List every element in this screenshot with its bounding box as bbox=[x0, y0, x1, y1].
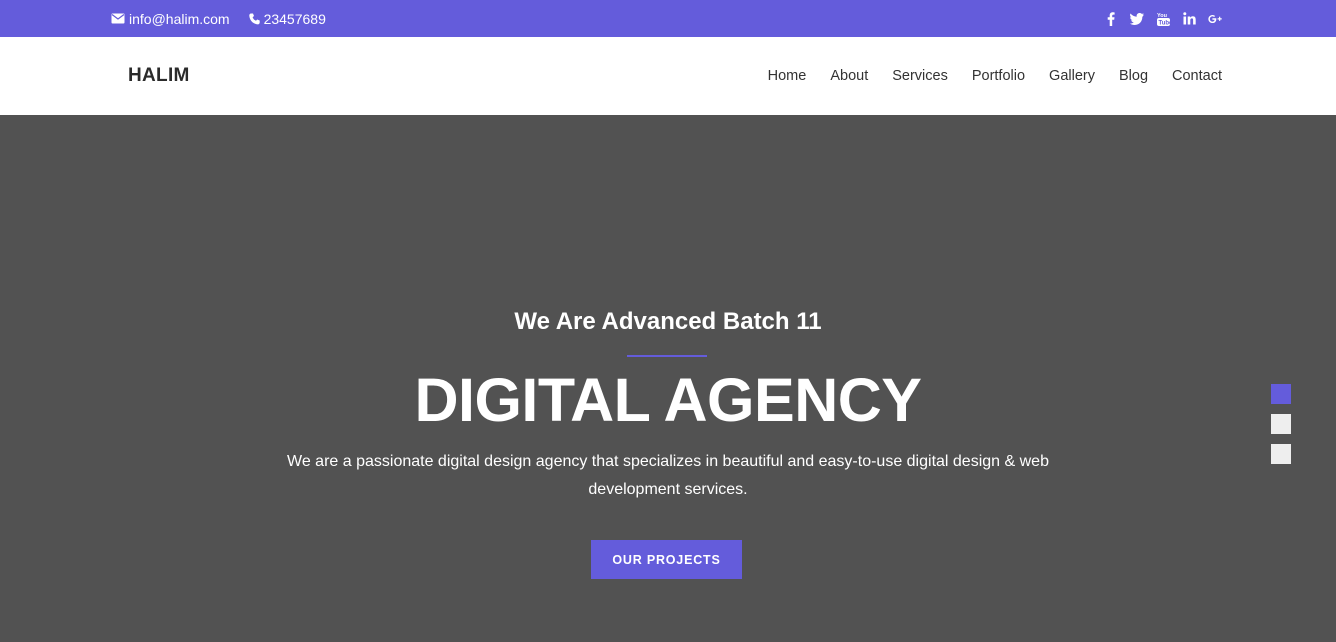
social-links: YouTube bbox=[1104, 0, 1222, 37]
slide-indicator-2[interactable] bbox=[1271, 414, 1291, 434]
phone-text: 23457689 bbox=[263, 10, 326, 27]
linkedin-icon[interactable] bbox=[1182, 12, 1196, 26]
envelope-icon bbox=[111, 13, 125, 24]
site-logo[interactable]: HALIM bbox=[128, 37, 190, 115]
slide-indicator-1[interactable] bbox=[1271, 384, 1291, 404]
nav-item-blog[interactable]: Blog bbox=[1119, 68, 1148, 84]
nav-item-services[interactable]: Services bbox=[892, 68, 948, 84]
nav-item-portfolio[interactable]: Portfolio bbox=[972, 68, 1025, 84]
main-menu: Home About Services Portfolio Gallery Bl… bbox=[768, 37, 1222, 115]
hero-subtitle: We Are Advanced Batch 11 bbox=[514, 308, 822, 335]
nav-item-about[interactable]: About bbox=[830, 68, 868, 84]
youtube-icon[interactable]: YouTube bbox=[1156, 12, 1170, 26]
slide-indicator-3[interactable] bbox=[1271, 444, 1291, 464]
email-text: info@halim.com bbox=[129, 10, 230, 27]
hero-title: DIGITAL AGENCY bbox=[414, 366, 922, 434]
nav-item-home[interactable]: Home bbox=[768, 68, 807, 84]
phone-icon bbox=[248, 13, 260, 25]
hero-section: We Are Advanced Batch 11 DIGITAL AGENCY … bbox=[0, 115, 1336, 642]
nav-item-contact[interactable]: Contact bbox=[1172, 68, 1222, 84]
slider-indicators bbox=[1271, 384, 1291, 464]
hero-description: We are a passionate digital design agenc… bbox=[287, 453, 1049, 498]
phone-link[interactable]: 23457689 bbox=[248, 10, 326, 27]
contact-info: info@halim.com 23457689 bbox=[111, 0, 326, 37]
main-navbar: HALIM Home About Services Portfolio Gall… bbox=[0, 37, 1336, 115]
top-bar: info@halim.com 23457689 YouTube bbox=[0, 0, 1336, 37]
our-projects-button[interactable]: OUR PROJECTS bbox=[591, 540, 742, 579]
facebook-icon[interactable] bbox=[1104, 11, 1118, 26]
twitter-icon[interactable] bbox=[1130, 12, 1144, 26]
nav-item-gallery[interactable]: Gallery bbox=[1049, 68, 1095, 84]
google-plus-icon[interactable] bbox=[1208, 12, 1222, 26]
hero-divider bbox=[627, 355, 707, 357]
email-link[interactable]: info@halim.com bbox=[111, 11, 230, 27]
svg-text:Tube: Tube bbox=[1158, 20, 1170, 26]
